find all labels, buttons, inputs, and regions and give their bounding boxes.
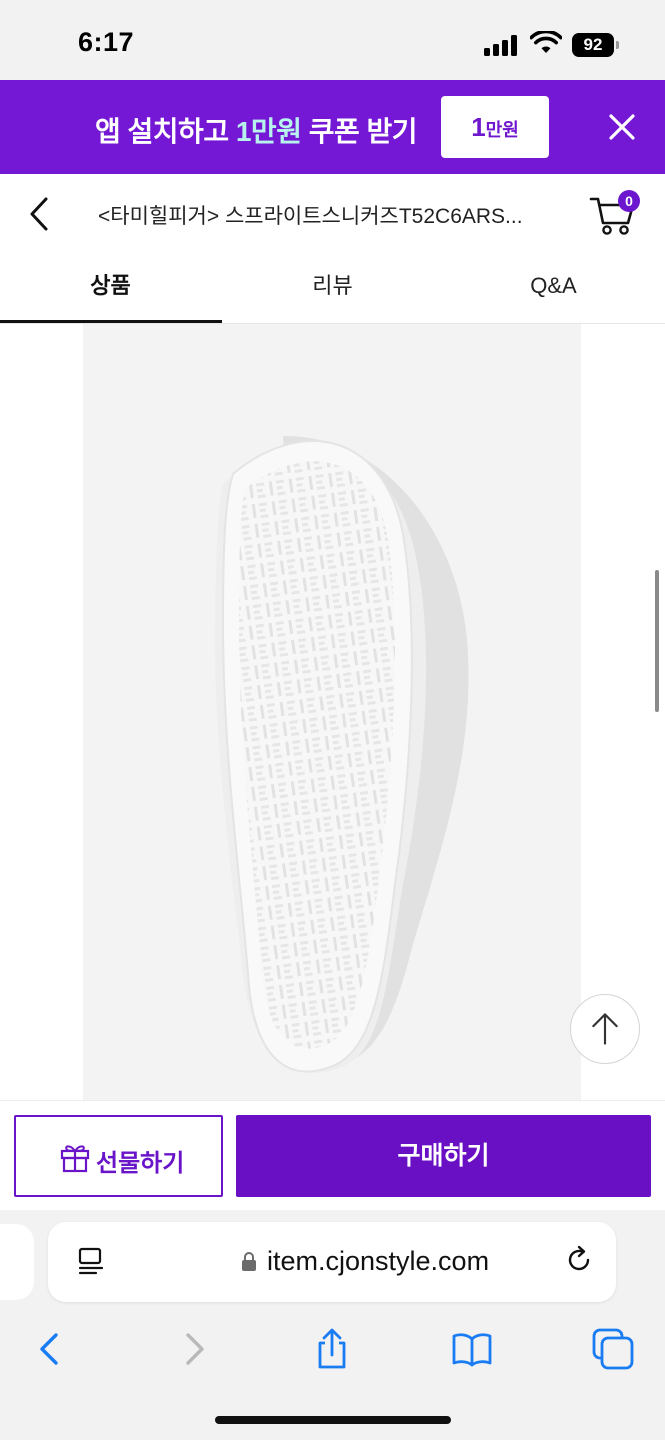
sneaker-sole-image	[214, 435, 469, 1074]
cart-count-badge: 0	[618, 190, 640, 212]
coupon-badge[interactable]: 1만원	[441, 96, 549, 158]
tab-product[interactable]: 상품	[0, 254, 221, 324]
buy-button[interactable]: 구매하기	[236, 1115, 651, 1197]
purchase-actions: 선물하기 구매하기	[0, 1100, 665, 1210]
tab-review[interactable]: 리뷰	[222, 254, 443, 324]
active-tab-indicator	[0, 320, 222, 323]
product-image	[83, 324, 581, 1104]
battery-icon: 92	[572, 33, 620, 57]
signal-icon	[484, 34, 522, 56]
gift-button-label: 선물하기	[96, 1150, 185, 1177]
wifi-icon	[530, 31, 562, 53]
arrow-up-icon[interactable]	[570, 994, 640, 1064]
scroll-indicator	[655, 570, 659, 712]
status-time: 6:17	[78, 27, 135, 57]
back-icon[interactable]	[28, 1327, 72, 1371]
reader-icon[interactable]	[76, 1246, 106, 1276]
chevron-left-icon[interactable]	[20, 194, 60, 234]
lock-icon	[242, 1252, 256, 1271]
address-bar[interactable]: item.cjonstyle.com	[48, 1222, 616, 1302]
url-text: item.cjonstyle.com	[267, 1246, 490, 1276]
previous-tab-preview[interactable]	[0, 1224, 34, 1300]
gift-icon	[60, 1145, 90, 1173]
product-tabs: 상품 리뷰 Q&A	[0, 254, 665, 324]
close-icon[interactable]	[605, 110, 639, 144]
gift-button[interactable]: 선물하기	[14, 1115, 223, 1197]
promo-highlight: 1만원	[235, 116, 302, 147]
tab-qna[interactable]: Q&A	[443, 254, 664, 324]
product-header: <타미힐피거> 스프라이트스니커즈T52C6ARS...	[0, 174, 665, 254]
product-detail-content	[0, 324, 665, 1104]
status-bar: 6:17 92	[0, 0, 665, 80]
book-icon[interactable]	[450, 1327, 494, 1371]
page-title: <타미힐피거> 스프라이트스니커즈T52C6ARS...	[98, 205, 523, 228]
forward-icon[interactable]	[172, 1327, 216, 1371]
home-indicator	[215, 1416, 451, 1424]
reload-icon[interactable]	[564, 1245, 594, 1275]
promo-text: 앱 설치하고 1만원 쿠폰 받기	[95, 116, 418, 147]
share-icon[interactable]	[310, 1327, 354, 1371]
browser-toolbar: item.cjonstyle.com	[0, 1210, 665, 1440]
tabs-icon[interactable]	[591, 1327, 635, 1371]
battery-level: 92	[572, 33, 614, 57]
app-install-banner[interactable]: 앱 설치하고 1만원 쿠폰 받기 1만원	[0, 80, 665, 174]
